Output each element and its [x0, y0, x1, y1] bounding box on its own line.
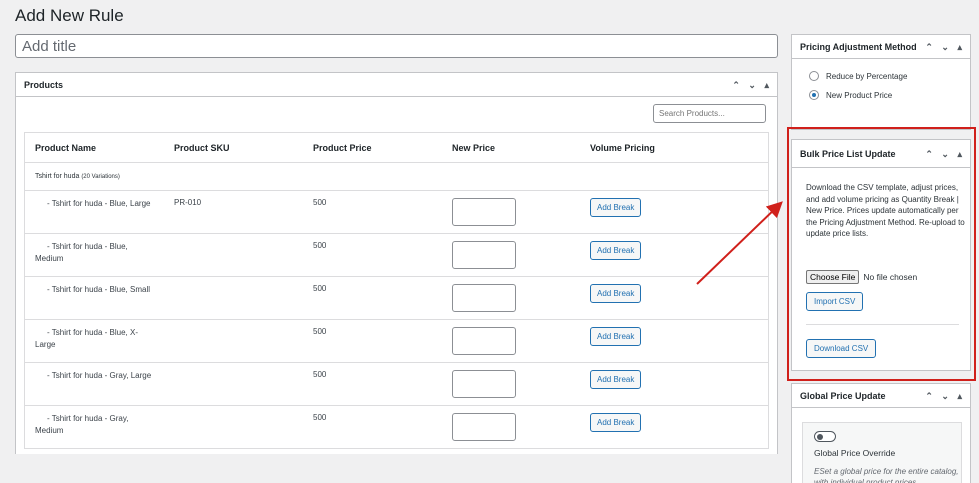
product-name: - Tshirt for huda - Gray, Large — [47, 371, 152, 380]
products-table: Product Name Product SKU Product Price N… — [24, 132, 769, 449]
col-volume-pricing: Volume Pricing — [590, 143, 655, 153]
chevron-down-icon[interactable]: ⌄ — [941, 391, 949, 401]
radio-button[interactable] — [809, 71, 819, 81]
search-products-input[interactable] — [653, 104, 766, 123]
table-header: Product Name Product SKU Product Price N… — [25, 133, 768, 163]
new-price-input[interactable] — [452, 413, 516, 441]
add-break-button[interactable]: Add Break — [590, 413, 642, 432]
col-product-price: Product Price — [313, 143, 372, 153]
global-override-toggle[interactable] — [814, 431, 836, 442]
radio-button-selected[interactable] — [809, 90, 819, 100]
chevron-up-icon[interactable]: ⌃ — [732, 80, 740, 90]
highlight-box — [787, 127, 976, 381]
new-price-input[interactable] — [452, 327, 516, 355]
pricing-method-box: Pricing Adjustment Method ⌃ ⌄ ▴ Reduce b… — [791, 34, 971, 130]
chevron-down-icon[interactable]: ⌄ — [941, 42, 949, 52]
radio-label: Reduce by Percentage — [826, 71, 908, 81]
pricing-method-title: Pricing Adjustment Method — [800, 42, 917, 52]
new-price-input[interactable] — [452, 284, 516, 312]
global-override-desc: ESet a global price for the entire catal… — [814, 467, 959, 483]
product-sku: PR-010 — [174, 198, 202, 207]
table-row: - Tshirt for huda - Blue, Large PR-010 500… — [25, 191, 768, 234]
product-name: - Tshirt for huda - Blue, Medium — [35, 242, 128, 263]
add-break-button[interactable]: Add Break — [590, 284, 642, 303]
radio-label: New Product Price — [826, 90, 893, 100]
product-name: - Tshirt for huda - Blue, Large — [47, 199, 151, 208]
products-header: Products ⌃ ⌄ ▴ — [16, 73, 777, 97]
collapse-triangle-icon[interactable]: ▴ — [764, 80, 769, 90]
product-name: - Tshirt for huda - Blue, X-Large — [35, 328, 138, 349]
global-override-label: Global Price Override — [814, 448, 896, 458]
table-row: - Tshirt for huda - Gray, Large 500 Add Br… — [25, 363, 768, 406]
product-price: 500 — [313, 370, 327, 379]
table-row: - Tshirt for huda - Blue, X-Large 500 Add … — [25, 320, 768, 363]
chevron-up-icon[interactable]: ⌃ — [925, 391, 933, 401]
new-price-input[interactable] — [452, 241, 516, 269]
table-row: - Tshirt for huda - Blue, Small 500 Add Br… — [25, 277, 768, 320]
products-metabox: Products ⌃ ⌄ ▴ Product Name Product SKU … — [15, 72, 778, 454]
col-product-sku: Product SKU — [174, 143, 230, 153]
radio-reduce-percentage[interactable]: Reduce by Percentage — [809, 71, 907, 81]
global-price-title: Global Price Update — [800, 391, 886, 401]
col-new-price: New Price — [452, 143, 496, 153]
page-title: Add New Rule — [15, 6, 124, 25]
new-price-input[interactable] — [452, 370, 516, 398]
collapse-triangle-icon[interactable]: ▴ — [957, 391, 962, 401]
chevron-up-icon[interactable]: ⌃ — [925, 42, 933, 52]
title-input[interactable] — [15, 34, 778, 58]
new-price-input[interactable] — [452, 198, 516, 226]
table-row: - Tshirt for huda - Blue, Medium 500 Add B… — [25, 234, 768, 277]
add-break-button[interactable]: Add Break — [590, 370, 642, 389]
products-title: Products — [24, 80, 64, 90]
table-row: - Tshirt for huda - Gray, Medium 500 Add B… — [25, 406, 768, 449]
col-product-name: Product Name — [35, 143, 97, 153]
product-name: - Tshirt for huda - Gray, Medium — [35, 414, 129, 435]
add-break-button[interactable]: Add Break — [590, 198, 642, 217]
global-price-box: Global Price Update ⌃ ⌄ ▴ Global Price O… — [791, 383, 971, 483]
product-price: 500 — [313, 284, 327, 293]
collapse-triangle-icon[interactable]: ▴ — [957, 42, 962, 52]
radio-new-product-price[interactable]: New Product Price — [809, 90, 892, 100]
pricing-method-header: Pricing Adjustment Method ⌃ ⌄ ▴ — [792, 35, 970, 59]
add-break-button[interactable]: Add Break — [590, 241, 642, 260]
product-price: 500 — [313, 198, 327, 207]
product-name: - Tshirt for huda - Blue, Small — [47, 285, 151, 294]
global-price-header: Global Price Update ⌃ ⌄ ▴ — [792, 384, 970, 408]
add-break-button[interactable]: Add Break — [590, 327, 642, 346]
product-price: 500 — [313, 241, 327, 250]
product-price: 500 — [313, 413, 327, 422]
chevron-down-icon[interactable]: ⌄ — [748, 80, 756, 90]
group-count: (20 Variations) — [81, 174, 120, 180]
group-row: Tshirt for huda (20 Variations) — [25, 163, 768, 191]
group-name: Tshirt for huda — [35, 173, 80, 180]
global-override-panel: Global Price Override ESet a global pric… — [802, 422, 962, 483]
product-price: 500 — [313, 327, 327, 336]
